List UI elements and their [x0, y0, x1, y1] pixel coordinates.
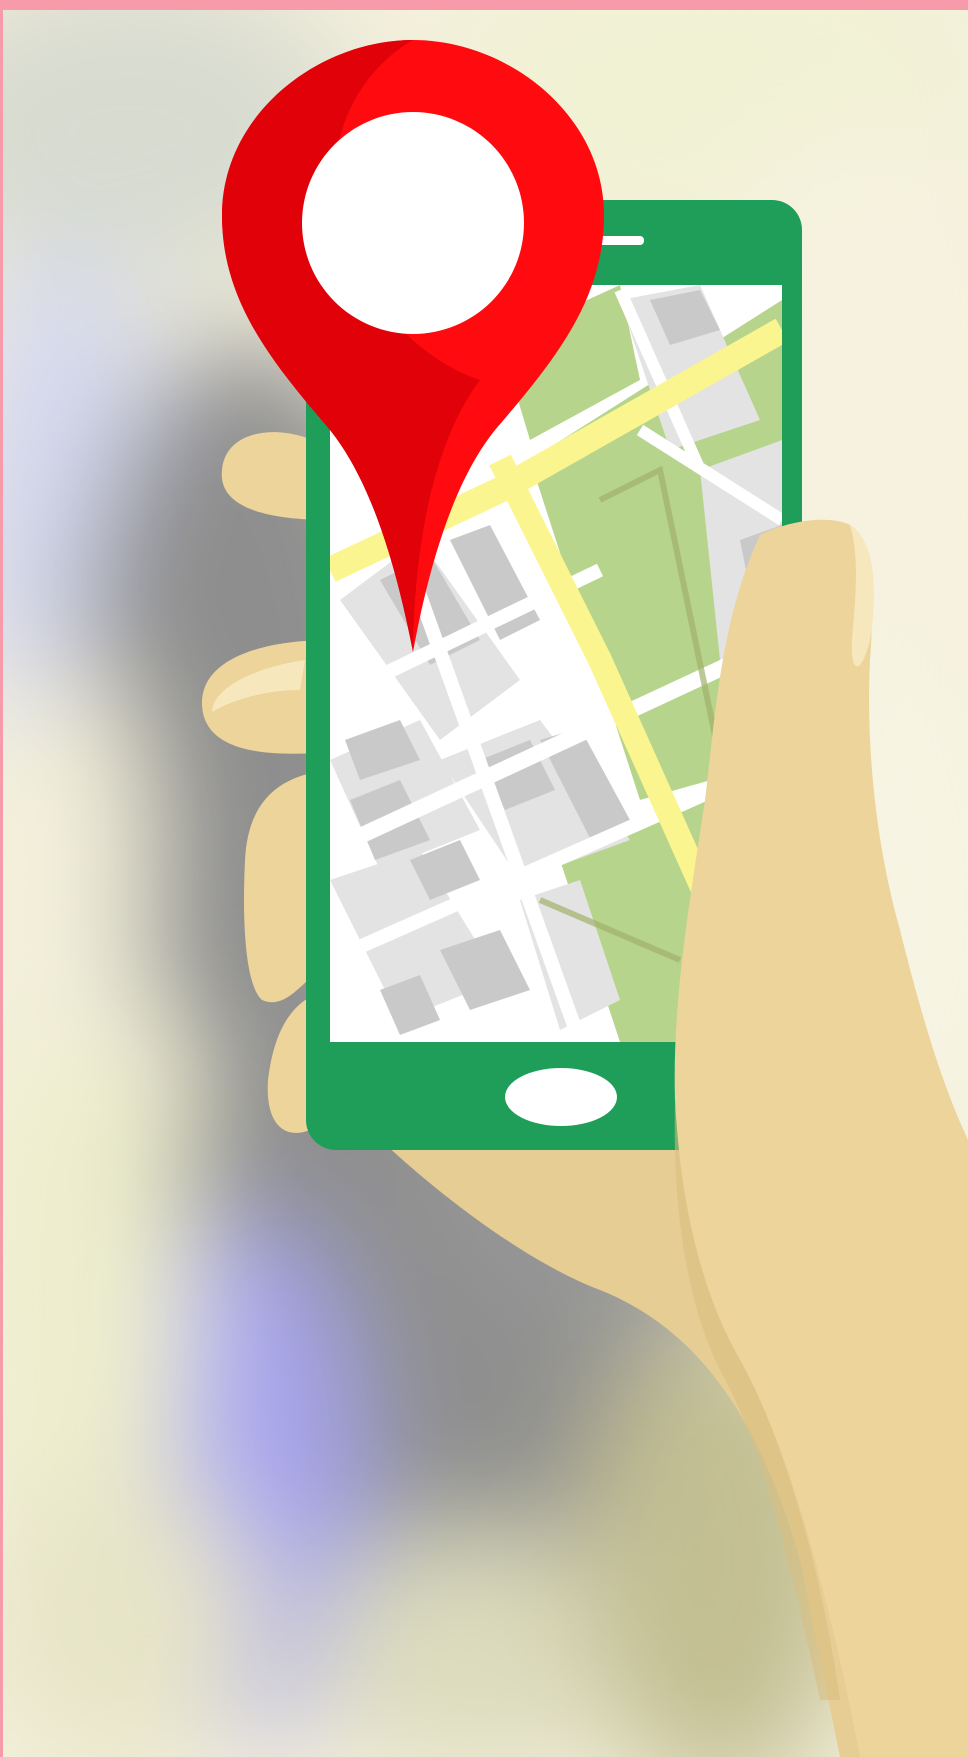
left-border-strip	[0, 0, 3, 1757]
home-button	[505, 1068, 617, 1126]
pin-hole	[302, 112, 524, 334]
illustration-scene	[0, 0, 968, 1757]
image-canvas	[0, 0, 968, 1757]
top-border-strip	[0, 0, 968, 10]
speaker-slot	[598, 236, 644, 245]
